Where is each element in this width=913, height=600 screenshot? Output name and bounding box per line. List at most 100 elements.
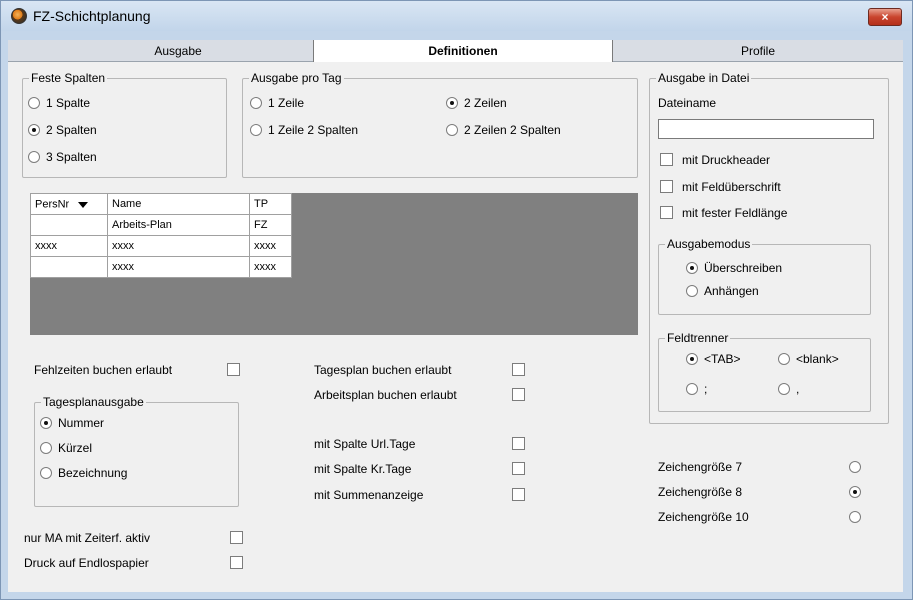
radio-icon xyxy=(40,467,52,479)
checkbox-fehlzeiten[interactable] xyxy=(227,363,240,376)
radio-label: 1 Zeile xyxy=(268,96,305,110)
tagesplan-buchen-label: Tagesplan buchen erlaubt xyxy=(314,363,452,377)
grid-header-name[interactable]: Name xyxy=(107,193,250,215)
grid-cell[interactable]: xxxx xyxy=(107,235,250,257)
radio-label: Überschreiben xyxy=(704,261,783,275)
checkbox-nur-ma[interactable] xyxy=(230,531,243,544)
grid-cell[interactable]: FZ xyxy=(249,214,292,236)
radio-label: <blank> xyxy=(796,352,839,366)
table-row: Arbeits-Plan FZ xyxy=(30,214,292,236)
radio-1-spalte[interactable]: 1 Spalte xyxy=(28,96,90,110)
zeichengroesse-8-label: Zeichengröße 8 xyxy=(658,485,743,499)
checkbox-tagesplan-buchen[interactable] xyxy=(512,363,525,376)
radio-blank[interactable]: <blank> xyxy=(778,352,839,366)
radio-semicolon[interactable]: ; xyxy=(686,382,707,396)
radio-label: Anhängen xyxy=(704,284,759,298)
kr-tage-label: mit Spalte Kr.Tage xyxy=(314,462,412,476)
radio-3-spalten[interactable]: 3 Spalten xyxy=(28,150,97,164)
grid-header-persnr[interactable]: PersNr xyxy=(30,193,108,215)
druck-label: Druck auf Endlospapier xyxy=(24,556,149,570)
grid-cell[interactable]: xxxx xyxy=(30,235,108,257)
feldtrenner-label: Feldtrenner xyxy=(665,331,731,345)
radio-icon-selected xyxy=(40,417,52,429)
feste-spalten-label: Feste Spalten xyxy=(29,71,108,85)
grid-cell[interactable] xyxy=(30,214,108,236)
radio-icon-selected xyxy=(28,124,40,136)
ausgabe-pro-tag-label: Ausgabe pro Tag xyxy=(249,71,344,85)
radio-comma[interactable]: , xyxy=(778,382,799,396)
table-row: xxxx xxxx xyxy=(30,256,292,278)
url-tage-label: mit Spalte Url.Tage xyxy=(314,437,416,451)
radio-1-zeile[interactable]: 1 Zeile xyxy=(250,96,304,110)
tab-definitionen[interactable]: Definitionen xyxy=(313,40,613,62)
radio-zeichengroesse-10[interactable] xyxy=(849,511,861,523)
radio-label: ; xyxy=(704,382,708,396)
radio-nummer[interactable]: Nummer xyxy=(40,416,104,430)
radio-zeichengroesse-8[interactable] xyxy=(849,486,861,498)
tab-ausgabe[interactable]: Ausgabe xyxy=(48,40,308,62)
grid-cell[interactable]: xxxx xyxy=(249,235,292,257)
radio-label: 1 Zeile 2 Spalten xyxy=(268,123,359,137)
definitionen-panel: Feste Spalten 1 Spalte 2 Spalten 3 Spalt… xyxy=(8,62,903,592)
grid-cell[interactable] xyxy=(30,256,108,278)
radio-label: Kürzel xyxy=(58,441,93,455)
grid-cell[interactable]: xxxx xyxy=(107,256,250,278)
summenanzeige-label: mit Summenanzeige xyxy=(314,488,424,502)
radio-ueberschreiben[interactable]: Überschreiben xyxy=(686,261,782,275)
tab-bar: Ausgabe Definitionen Profile xyxy=(8,40,903,62)
app-icon xyxy=(11,8,27,24)
grid-cell[interactable]: Arbeits-Plan xyxy=(107,214,250,236)
feldtrenner-group: Feldtrenner xyxy=(658,331,871,412)
radio-anhaengen[interactable]: Anhängen xyxy=(686,284,759,298)
radio-2-zeilen-2-spalten[interactable]: 2 Zeilen 2 Spalten xyxy=(446,123,561,137)
radio-label: Nummer xyxy=(58,416,105,430)
radio-label: , xyxy=(796,382,800,396)
radio-bezeichnung[interactable]: Bezeichnung xyxy=(40,466,127,480)
checkbox-summenanzeige[interactable] xyxy=(512,488,525,501)
grid-header-tp[interactable]: TP xyxy=(249,193,292,215)
window-title: FZ-Schichtplanung xyxy=(33,8,151,24)
radio-1-zeile-2-spalten[interactable]: 1 Zeile 2 Spalten xyxy=(250,123,358,137)
radio-label: Bezeichnung xyxy=(58,466,128,480)
radio-2-spalten[interactable]: 2 Spalten xyxy=(28,123,97,137)
preview-grid[interactable]: PersNr Name TP Arbeits-Plan FZ xxxx xxxx… xyxy=(30,193,292,278)
radio-icon xyxy=(778,383,790,395)
feste-feldlaenge-label: mit fester Feldlänge xyxy=(682,206,788,220)
tab-profile[interactable]: Profile xyxy=(628,40,888,62)
radio-label: 1 Spalte xyxy=(46,96,91,110)
radio-icon xyxy=(250,124,262,136)
chevron-down-icon[interactable] xyxy=(75,197,91,212)
radio-label: 2 Zeilen xyxy=(464,96,507,110)
grid-header-row: PersNr Name TP xyxy=(30,193,292,215)
radio-icon xyxy=(28,97,40,109)
radio-icon-selected xyxy=(686,262,698,274)
radio-icon-selected xyxy=(686,353,698,365)
grid-cell[interactable]: xxxx xyxy=(249,256,292,278)
title-bar[interactable]: FZ-Schichtplanung × xyxy=(1,1,912,31)
checkbox-kr-tage[interactable] xyxy=(512,462,525,475)
table-row: xxxx xxxx xxxx xyxy=(30,235,292,257)
tagesplanausgabe-label: Tagesplanausgabe xyxy=(41,395,146,409)
radio-tab[interactable]: <TAB> xyxy=(686,352,740,366)
radio-zeichengroesse-7[interactable] xyxy=(849,461,861,473)
dateiname-input[interactable] xyxy=(658,119,874,139)
druckheader-label: mit Druckheader xyxy=(682,153,771,167)
radio-kuerzel[interactable]: Kürzel xyxy=(40,441,92,455)
feldueberschrift-label: mit Feldüberschrift xyxy=(682,180,781,194)
zeichengroesse-7-label: Zeichengröße 7 xyxy=(658,460,743,474)
zeichengroesse-10-label: Zeichengröße 10 xyxy=(658,510,749,524)
radio-icon xyxy=(28,151,40,163)
checkbox-arbeitsplan-buchen[interactable] xyxy=(512,388,525,401)
arbeitsplan-buchen-label: Arbeitsplan buchen erlaubt xyxy=(314,388,457,402)
nur-ma-label: nur MA mit Zeiterf. aktiv xyxy=(24,531,151,545)
radio-icon xyxy=(446,124,458,136)
radio-icon-selected xyxy=(446,97,458,109)
checkbox-feldueberschrift[interactable] xyxy=(660,180,673,193)
radio-2-zeilen[interactable]: 2 Zeilen xyxy=(446,96,507,110)
radio-icon xyxy=(686,383,698,395)
checkbox-feste-feldlaenge[interactable] xyxy=(660,206,673,219)
checkbox-druck[interactable] xyxy=(230,556,243,569)
checkbox-url-tage[interactable] xyxy=(512,437,525,450)
close-button[interactable]: × xyxy=(868,8,902,26)
checkbox-druckheader[interactable] xyxy=(660,153,673,166)
